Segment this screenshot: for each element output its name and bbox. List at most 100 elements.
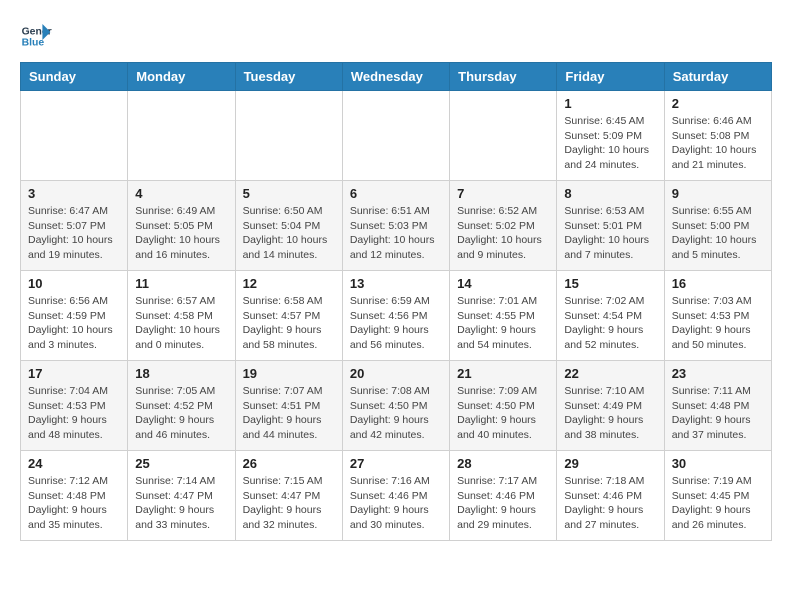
- calendar-cell: 24 Sunrise: 7:12 AMSunset: 4:48 PMDayligh…: [21, 451, 128, 541]
- day-number: 18: [135, 366, 227, 381]
- day-info: Sunrise: 7:14 AMSunset: 4:47 PMDaylight:…: [135, 474, 227, 533]
- day-number: 5: [243, 186, 335, 201]
- day-number: 24: [28, 456, 120, 471]
- day-number: 15: [564, 276, 656, 291]
- day-number: 9: [672, 186, 764, 201]
- day-info: Sunrise: 7:05 AMSunset: 4:52 PMDaylight:…: [135, 384, 227, 443]
- day-number: 20: [350, 366, 442, 381]
- calendar-cell: 12 Sunrise: 6:58 AMSunset: 4:57 PMDayligh…: [235, 271, 342, 361]
- day-info: Sunrise: 7:10 AMSunset: 4:49 PMDaylight:…: [564, 384, 656, 443]
- day-info: Sunrise: 7:04 AMSunset: 4:53 PMDaylight:…: [28, 384, 120, 443]
- day-info: Sunrise: 6:46 AMSunset: 5:08 PMDaylight:…: [672, 114, 764, 173]
- weekday-header-wednesday: Wednesday: [342, 63, 449, 91]
- calendar-cell: 25 Sunrise: 7:14 AMSunset: 4:47 PMDayligh…: [128, 451, 235, 541]
- calendar-cell: [128, 91, 235, 181]
- header-row: SundayMondayTuesdayWednesdayThursdayFrid…: [21, 63, 772, 91]
- calendar-cell: 28Sunrise: 7:17 AMSunset: 4:46 PMDayligh…: [450, 451, 557, 541]
- day-number: 21: [457, 366, 549, 381]
- day-info: Sunrise: 6:56 AMSunset: 4:59 PMDaylight:…: [28, 294, 120, 353]
- day-info: Sunrise: 6:57 AMSunset: 4:58 PMDaylight:…: [135, 294, 227, 353]
- calendar-cell: 21 Sunrise: 7:09 AMSunset: 4:50 PMDayligh…: [450, 361, 557, 451]
- day-number: 8: [564, 186, 656, 201]
- calendar-cell: 13 Sunrise: 6:59 AMSunset: 4:56 PMDayligh…: [342, 271, 449, 361]
- calendar-cell: [235, 91, 342, 181]
- day-info: Sunrise: 7:07 AMSunset: 4:51 PMDaylight:…: [243, 384, 335, 443]
- calendar-cell: 4Sunrise: 6:49 AMSunset: 5:05 PMDaylight…: [128, 181, 235, 271]
- weekday-header-thursday: Thursday: [450, 63, 557, 91]
- day-info: Sunrise: 6:55 AMSunset: 5:00 PMDaylight:…: [672, 204, 764, 263]
- day-info: Sunrise: 7:17 AMSunset: 4:46 PMDaylight:…: [457, 474, 549, 533]
- calendar-cell: 6 Sunrise: 6:51 AMSunset: 5:03 PMDaylight…: [342, 181, 449, 271]
- day-info: Sunrise: 6:59 AMSunset: 4:56 PMDaylight:…: [350, 294, 442, 353]
- svg-text:Blue: Blue: [22, 38, 45, 49]
- day-number: 16: [672, 276, 764, 291]
- day-number: 2: [672, 96, 764, 111]
- day-number: 11: [135, 276, 227, 291]
- weekday-header-sunday: Sunday: [21, 63, 128, 91]
- day-info: Sunrise: 7:19 AMSunset: 4:45 PMDaylight:…: [672, 474, 764, 533]
- day-number: 22: [564, 366, 656, 381]
- calendar-cell: 7Sunrise: 6:52 AMSunset: 5:02 PMDaylight…: [450, 181, 557, 271]
- day-info: Sunrise: 7:12 AMSunset: 4:48 PMDaylight:…: [28, 474, 120, 533]
- day-info: Sunrise: 6:51 AMSunset: 5:03 PMDaylight:…: [350, 204, 442, 263]
- calendar-cell: 9 Sunrise: 6:55 AMSunset: 5:00 PMDaylight…: [664, 181, 771, 271]
- day-info: Sunrise: 7:09 AMSunset: 4:50 PMDaylight:…: [457, 384, 549, 443]
- day-info: Sunrise: 6:50 AMSunset: 5:04 PMDaylight:…: [243, 204, 335, 263]
- day-number: 6: [350, 186, 442, 201]
- week-row-0: 1 Sunrise: 6:45 AMSunset: 5:09 PMDaylight…: [21, 91, 772, 181]
- calendar-cell: 17 Sunrise: 7:04 AMSunset: 4:53 PMDayligh…: [21, 361, 128, 451]
- day-number: 26: [243, 456, 335, 471]
- day-number: 1: [564, 96, 656, 111]
- calendar-cell: 14 Sunrise: 7:01 AMSunset: 4:55 PMDayligh…: [450, 271, 557, 361]
- weekday-header-monday: Monday: [128, 63, 235, 91]
- day-info: Sunrise: 6:49 AMSunset: 5:05 PMDaylight:…: [135, 204, 227, 263]
- day-info: Sunrise: 6:52 AMSunset: 5:02 PMDaylight:…: [457, 204, 549, 263]
- day-number: 13: [350, 276, 442, 291]
- calendar-cell: 3 Sunrise: 6:47 AMSunset: 5:07 PMDaylight…: [21, 181, 128, 271]
- day-number: 19: [243, 366, 335, 381]
- day-number: 14: [457, 276, 549, 291]
- calendar-cell: 19 Sunrise: 7:07 AMSunset: 4:51 PMDayligh…: [235, 361, 342, 451]
- calendar-cell: 22 Sunrise: 7:10 AMSunset: 4:49 PMDayligh…: [557, 361, 664, 451]
- day-number: 3: [28, 186, 120, 201]
- day-number: 12: [243, 276, 335, 291]
- weekday-header-tuesday: Tuesday: [235, 63, 342, 91]
- day-info: Sunrise: 7:15 AMSunset: 4:47 PMDaylight:…: [243, 474, 335, 533]
- day-info: Sunrise: 7:01 AMSunset: 4:55 PMDaylight:…: [457, 294, 549, 353]
- day-number: 25: [135, 456, 227, 471]
- day-number: 29: [564, 456, 656, 471]
- calendar-cell: 16 Sunrise: 7:03 AMSunset: 4:53 PMDayligh…: [664, 271, 771, 361]
- day-number: 10: [28, 276, 120, 291]
- header: General Blue: [20, 20, 772, 52]
- calendar-cell: 8 Sunrise: 6:53 AMSunset: 5:01 PMDaylight…: [557, 181, 664, 271]
- logo: General Blue: [20, 20, 56, 52]
- calendar-cell: 23Sunrise: 7:11 AMSunset: 4:48 PMDayligh…: [664, 361, 771, 451]
- day-info: Sunrise: 6:58 AMSunset: 4:57 PMDaylight:…: [243, 294, 335, 353]
- logo-icon: General Blue: [20, 20, 52, 52]
- weekday-header-saturday: Saturday: [664, 63, 771, 91]
- day-number: 30: [672, 456, 764, 471]
- calendar-cell: 27Sunrise: 7:16 AMSunset: 4:46 PMDayligh…: [342, 451, 449, 541]
- calendar-cell: 26 Sunrise: 7:15 AMSunset: 4:47 PMDayligh…: [235, 451, 342, 541]
- calendar-cell: 18 Sunrise: 7:05 AMSunset: 4:52 PMDayligh…: [128, 361, 235, 451]
- day-info: Sunrise: 7:03 AMSunset: 4:53 PMDaylight:…: [672, 294, 764, 353]
- week-row-1: 3 Sunrise: 6:47 AMSunset: 5:07 PMDaylight…: [21, 181, 772, 271]
- day-info: Sunrise: 6:53 AMSunset: 5:01 PMDaylight:…: [564, 204, 656, 263]
- calendar-cell: 20 Sunrise: 7:08 AMSunset: 4:50 PMDayligh…: [342, 361, 449, 451]
- day-info: Sunrise: 7:08 AMSunset: 4:50 PMDaylight:…: [350, 384, 442, 443]
- calendar-cell: 15Sunrise: 7:02 AMSunset: 4:54 PMDayligh…: [557, 271, 664, 361]
- day-number: 17: [28, 366, 120, 381]
- calendar-cell: 2 Sunrise: 6:46 AMSunset: 5:08 PMDaylight…: [664, 91, 771, 181]
- day-info: Sunrise: 7:18 AMSunset: 4:46 PMDaylight:…: [564, 474, 656, 533]
- day-info: Sunrise: 7:16 AMSunset: 4:46 PMDaylight:…: [350, 474, 442, 533]
- day-info: Sunrise: 6:45 AMSunset: 5:09 PMDaylight:…: [564, 114, 656, 173]
- calendar-cell: [21, 91, 128, 181]
- calendar-cell: 30 Sunrise: 7:19 AMSunset: 4:45 PMDayligh…: [664, 451, 771, 541]
- weekday-header-friday: Friday: [557, 63, 664, 91]
- calendar-cell: 29 Sunrise: 7:18 AMSunset: 4:46 PMDayligh…: [557, 451, 664, 541]
- week-row-4: 24 Sunrise: 7:12 AMSunset: 4:48 PMDayligh…: [21, 451, 772, 541]
- day-number: 23: [672, 366, 764, 381]
- day-info: Sunrise: 6:47 AMSunset: 5:07 PMDaylight:…: [28, 204, 120, 263]
- calendar-table: SundayMondayTuesdayWednesdayThursdayFrid…: [20, 62, 772, 541]
- week-row-2: 10 Sunrise: 6:56 AMSunset: 4:59 PMDayligh…: [21, 271, 772, 361]
